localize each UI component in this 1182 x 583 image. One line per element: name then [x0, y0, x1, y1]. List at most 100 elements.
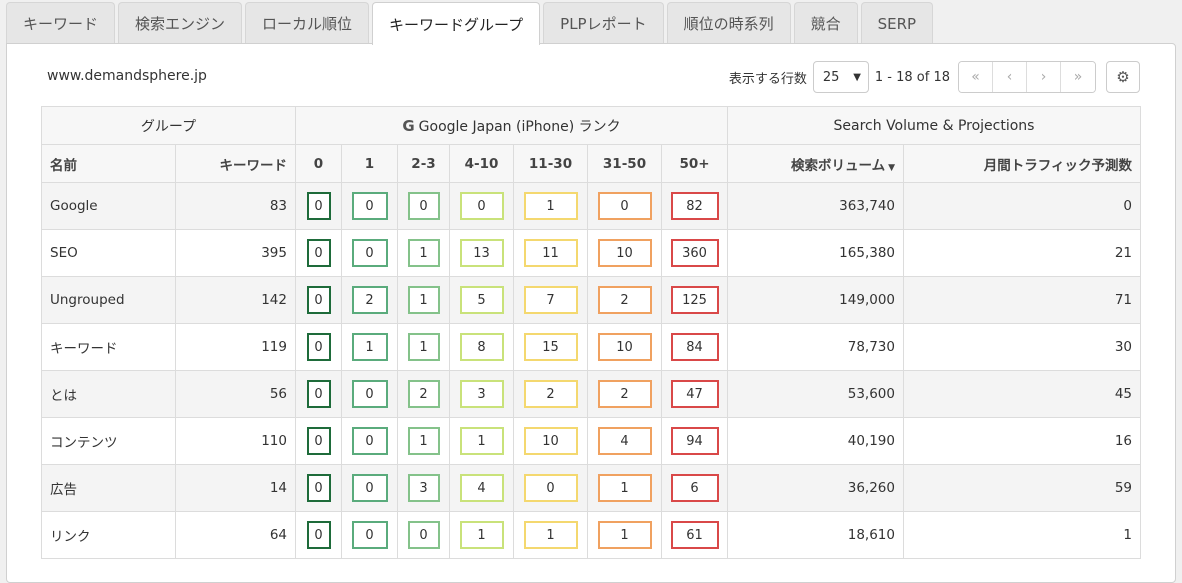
rank-bucket-count[interactable]: 1 — [597, 474, 652, 502]
rank-bucket-count[interactable]: 0 — [306, 380, 331, 408]
rank-bucket-count[interactable]: 5 — [459, 286, 504, 314]
col-keywords[interactable]: キーワード — [175, 144, 296, 183]
table-row[interactable]: コンテンツ 110 0 0 1 1 10 4 94 40,190 16 — [41, 417, 1141, 465]
rank-bucket-count[interactable]: 11 — [523, 239, 578, 267]
rank-bucket-count[interactable]: 0 — [351, 521, 388, 549]
rank-bucket-count[interactable]: 8 — [459, 333, 504, 361]
col-rank-1[interactable]: 1 — [341, 144, 398, 183]
rank-bucket-count[interactable]: 94 — [670, 427, 719, 455]
col-rank-50-plus[interactable]: 50+ — [661, 144, 728, 183]
table-row[interactable]: リンク 64 0 0 0 1 1 1 61 18,610 1 — [41, 511, 1141, 559]
rank-bucket-count[interactable]: 1 — [407, 333, 440, 361]
rank-bucket-count[interactable]: 2 — [351, 286, 388, 314]
rank-bucket-count[interactable]: 1 — [407, 427, 440, 455]
tab-serp[interactable]: SERP — [860, 2, 934, 44]
rank-bucket-count[interactable]: 0 — [351, 474, 388, 502]
rank-bucket-count[interactable]: 4 — [597, 427, 652, 455]
table-row[interactable]: キーワード 119 0 1 1 8 15 10 84 78,730 30 — [41, 323, 1141, 371]
col-search-volume[interactable]: 検索ボリューム ▼ — [727, 144, 904, 183]
rank-bucket-cell: 0 — [295, 323, 342, 371]
google-rank-header: G Google Japan (iPhone) ランク — [295, 106, 728, 145]
rank-bucket-count[interactable]: 1 — [523, 192, 578, 220]
rank-bucket-count[interactable]: 1 — [523, 521, 578, 549]
rank-bucket-count[interactable]: 0 — [306, 239, 331, 267]
table-row[interactable]: とは 56 0 0 2 3 2 2 47 53,600 45 — [41, 370, 1141, 418]
rank-bucket-count[interactable]: 0 — [306, 333, 331, 361]
next-page-button[interactable]: › — [1027, 62, 1061, 92]
rank-bucket-cell: 1 — [449, 417, 514, 465]
rank-bucket-count[interactable]: 2 — [407, 380, 440, 408]
rank-bucket-count[interactable]: 84 — [670, 333, 719, 361]
col-name[interactable]: 名前 — [41, 144, 176, 183]
rank-bucket-cell: 0 — [341, 370, 398, 418]
settings-button[interactable]: ⚙ — [1106, 61, 1140, 93]
rank-bucket-count[interactable]: 0 — [306, 427, 331, 455]
rank-bucket-count[interactable]: 13 — [459, 239, 504, 267]
tab-search-engines[interactable]: 検索エンジン — [118, 2, 243, 44]
rank-bucket-count[interactable]: 1 — [351, 333, 388, 361]
rank-bucket-count[interactable]: 0 — [306, 192, 331, 220]
rank-bucket-count[interactable]: 0 — [306, 474, 331, 502]
rank-bucket-count[interactable]: 1 — [407, 286, 440, 314]
tab-plp-report[interactable]: PLPレポート — [543, 2, 664, 44]
rank-bucket-count[interactable]: 2 — [597, 286, 652, 314]
rank-bucket-count[interactable]: 61 — [670, 521, 719, 549]
rank-bucket-count[interactable]: 7 — [523, 286, 578, 314]
col-monthly-traffic[interactable]: 月間トラフィック予測数 — [903, 144, 1141, 183]
rank-bucket-count[interactable]: 0 — [523, 474, 578, 502]
col-rank-4-10[interactable]: 4-10 — [449, 144, 514, 183]
col-rank-11-30[interactable]: 11-30 — [513, 144, 588, 183]
rank-bucket-count[interactable]: 0 — [351, 192, 388, 220]
tab-rank-timeseries[interactable]: 順位の時系列 — [666, 2, 791, 44]
rank-bucket-count[interactable]: 2 — [597, 380, 652, 408]
rank-bucket-count[interactable]: 10 — [523, 427, 578, 455]
tab-competitors[interactable]: 競合 — [793, 2, 858, 44]
rank-bucket-count[interactable]: 1 — [597, 521, 652, 549]
table-row[interactable]: Ungrouped 142 0 2 1 5 7 2 125 149,000 71 — [41, 276, 1141, 324]
rank-bucket-cell: 47 — [661, 370, 728, 418]
rank-bucket-count[interactable]: 0 — [351, 427, 388, 455]
group-name: リンク — [41, 511, 176, 559]
rank-bucket-count[interactable]: 0 — [597, 192, 652, 220]
rank-bucket-count[interactable]: 1 — [459, 427, 504, 455]
col-rank-2-3[interactable]: 2-3 — [397, 144, 450, 183]
table-row[interactable]: 広告 14 0 0 3 4 0 1 6 36,260 59 — [41, 464, 1141, 512]
rank-bucket-count[interactable]: 15 — [523, 333, 578, 361]
table-row[interactable]: SEO 395 0 0 1 13 11 10 360 165,380 21 — [41, 229, 1141, 277]
rank-bucket-count[interactable]: 10 — [597, 333, 652, 361]
col-rank-0[interactable]: 0 — [295, 144, 342, 183]
rank-bucket-count[interactable]: 0 — [351, 239, 388, 267]
rank-bucket-count[interactable]: 3 — [407, 474, 440, 502]
first-page-button[interactable]: « — [959, 62, 993, 92]
rank-bucket-count[interactable]: 0 — [351, 380, 388, 408]
rank-bucket-count[interactable]: 82 — [670, 192, 719, 220]
rank-bucket-count[interactable]: 47 — [670, 380, 719, 408]
rank-bucket-count[interactable]: 360 — [670, 239, 719, 267]
rank-bucket-count[interactable]: 1 — [407, 239, 440, 267]
table-row[interactable]: Google 83 0 0 0 0 1 0 82 363,740 0 — [41, 182, 1141, 230]
rank-bucket-count[interactable]: 0 — [407, 521, 440, 549]
rank-bucket-cell: 0 — [341, 417, 398, 465]
rank-bucket-count[interactable]: 0 — [459, 192, 504, 220]
rank-bucket-count[interactable]: 0 — [306, 521, 331, 549]
rank-bucket-count[interactable]: 125 — [670, 286, 719, 314]
group-name: キーワード — [41, 323, 176, 371]
google-rank-label: Google Japan (iPhone) ランク — [418, 118, 621, 135]
prev-page-button[interactable]: ‹ — [993, 62, 1027, 92]
tab-local-rank[interactable]: ローカル順位 — [245, 2, 370, 44]
rank-bucket-count[interactable]: 10 — [597, 239, 652, 267]
rows-per-page-select[interactable]: 25 ▼ — [812, 61, 869, 93]
rank-bucket-count[interactable]: 3 — [459, 380, 504, 408]
rank-bucket-count[interactable]: 0 — [407, 192, 440, 220]
tab-keywords[interactable]: キーワード — [6, 2, 116, 44]
tab-keyword-groups[interactable]: キーワードグループ — [372, 2, 541, 45]
rank-bucket-cell: 2 — [513, 370, 588, 418]
rank-bucket-count[interactable]: 0 — [306, 286, 331, 314]
rank-bucket-count[interactable]: 4 — [459, 474, 504, 502]
rank-bucket-count[interactable]: 2 — [523, 380, 578, 408]
last-page-button[interactable]: » — [1061, 62, 1095, 92]
rank-bucket-count[interactable]: 1 — [459, 521, 504, 549]
rank-bucket-count[interactable]: 6 — [670, 474, 719, 502]
col-rank-31-50[interactable]: 31-50 — [587, 144, 662, 183]
rank-bucket-cell: 8 — [449, 323, 514, 371]
